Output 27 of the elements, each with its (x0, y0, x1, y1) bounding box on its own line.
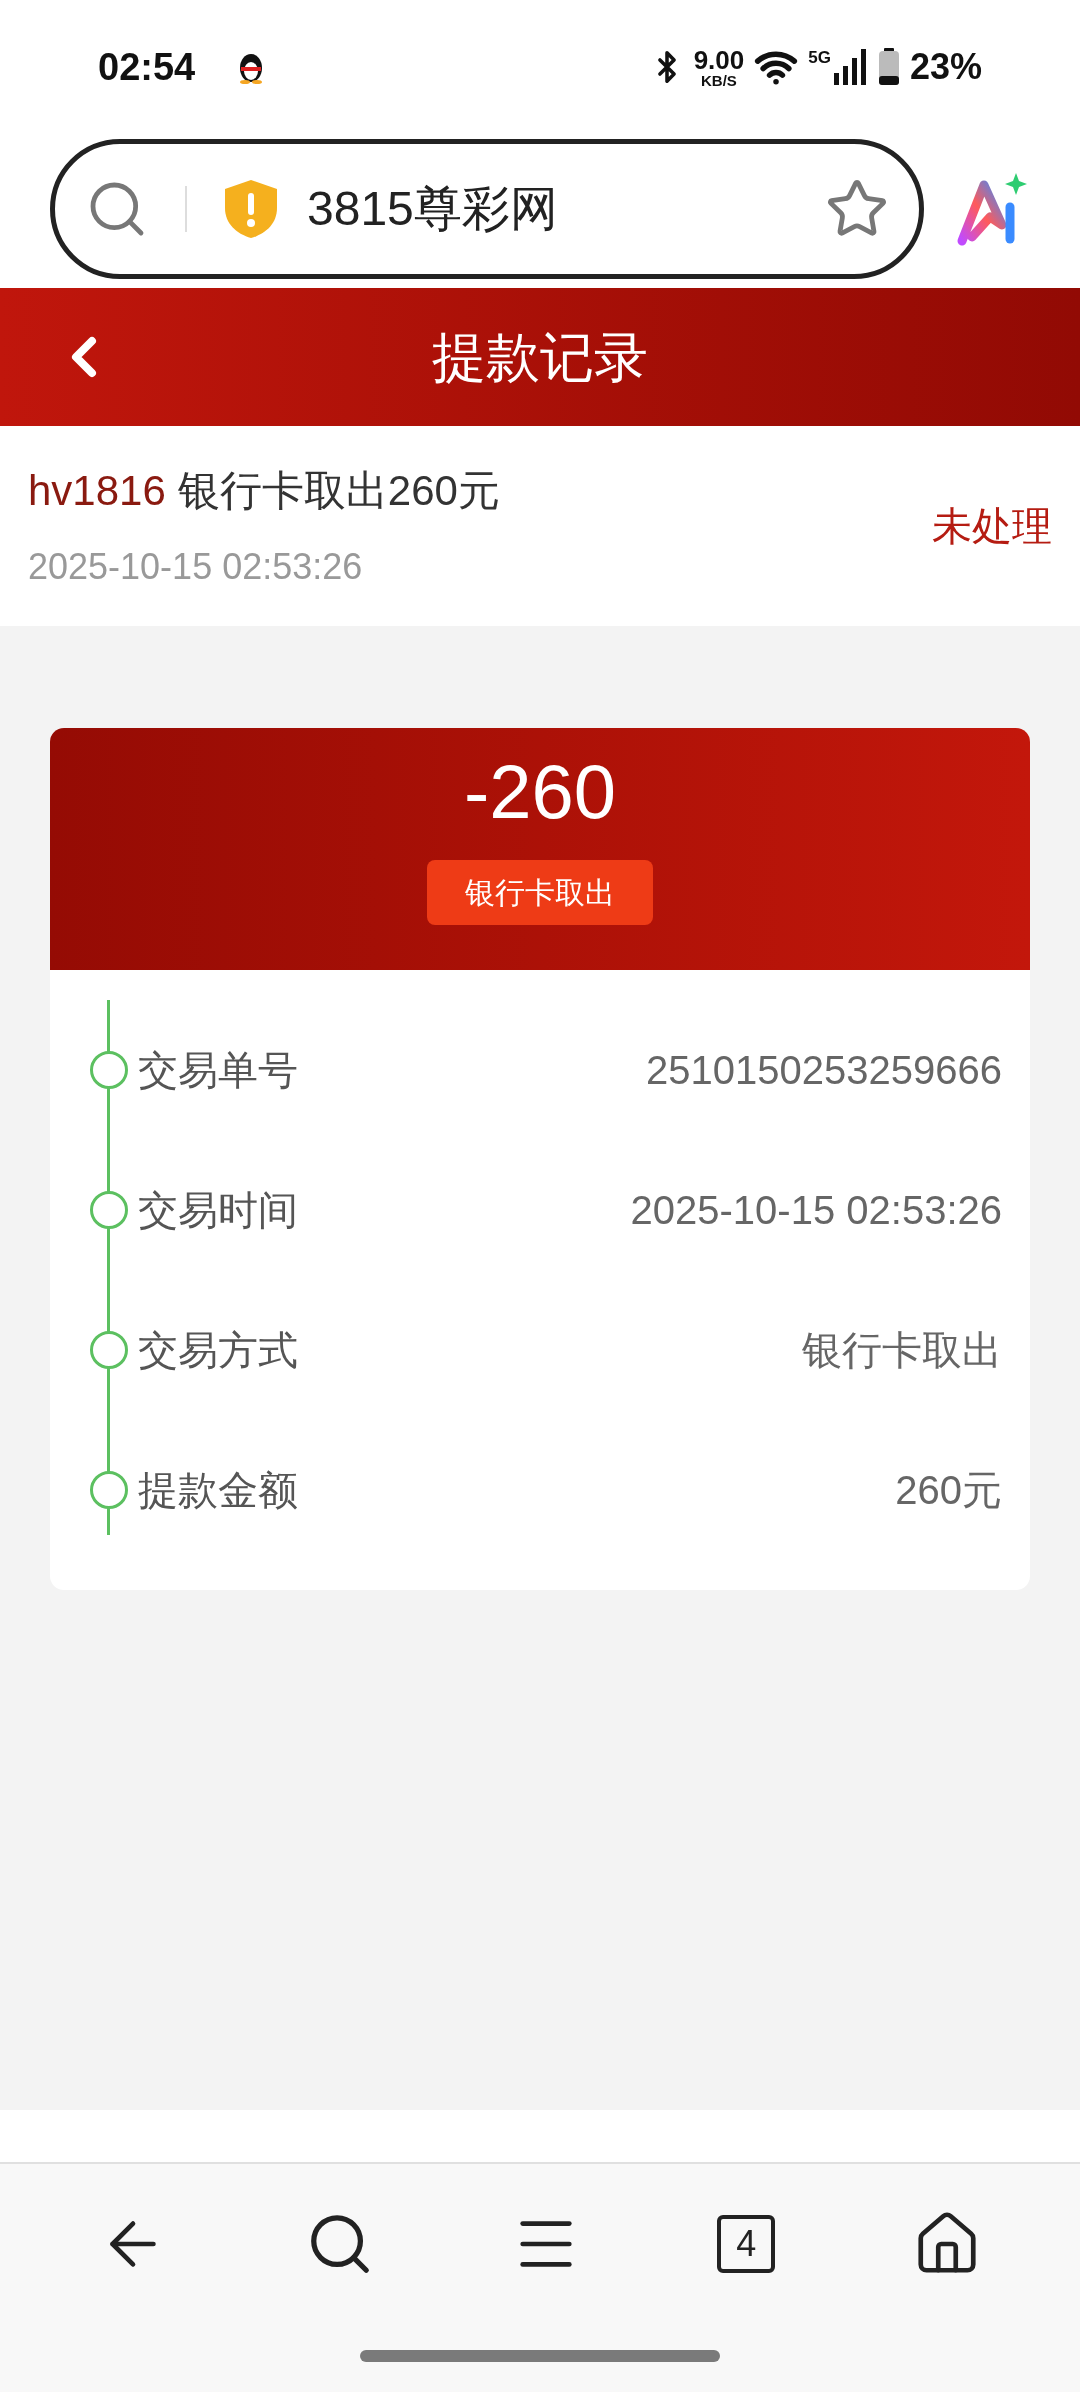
address-bar[interactable]: 3815尊彩网 (50, 139, 924, 279)
page-title: 提款记录 (432, 325, 648, 389)
record-time: 2025-10-15 02:53:26 (28, 544, 364, 589)
network-speed: 9.00 (693, 46, 745, 73)
tabs-button[interactable]: 4 (717, 2215, 776, 2273)
signal-icon (833, 49, 868, 85)
network-speed-unit: KB/S (701, 72, 737, 88)
detail-label: 提款金额 (138, 1467, 299, 1514)
battery-level: 23% (909, 45, 982, 89)
detail-label: 交易时间 (138, 1187, 299, 1234)
detail-value: 2025-10-15 02:53:26 (630, 1187, 1002, 1234)
method-badge: 银行卡取出 (427, 860, 653, 925)
url-text: 3815尊彩网 (307, 181, 559, 237)
shield-icon (223, 178, 279, 240)
detail-value: 260元 (895, 1467, 1002, 1514)
network-type: 5G (808, 49, 831, 66)
detail-value: 2510150253259666 (646, 1047, 1002, 1094)
status-text: 未处理 (932, 503, 1052, 550)
detail-value: 银行卡取出 (802, 1327, 1002, 1374)
detail-label: 交易方式 (138, 1327, 299, 1374)
record-description: 银行卡取出260元 (177, 465, 500, 516)
user-name: hv1816 (28, 465, 166, 516)
status-time: 02:54 (98, 44, 196, 90)
battery-icon (877, 48, 900, 86)
record-row[interactable]: hv1816 银行卡取出260元 2025-10-15 02:53:26 未处理 (0, 426, 1080, 626)
detail-label: 交易单号 (138, 1047, 299, 1094)
amount-text: -260 (463, 754, 617, 830)
